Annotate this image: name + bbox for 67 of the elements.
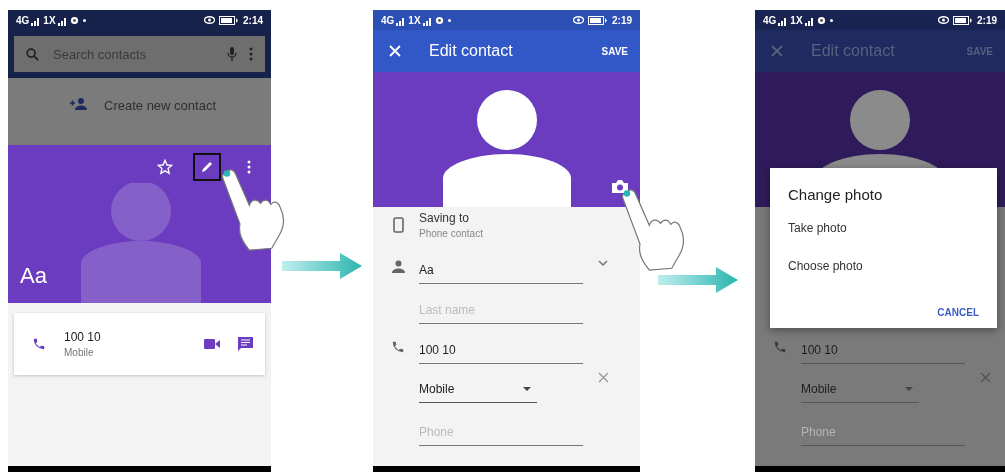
cancel-button[interactable]: CANCEL bbox=[937, 307, 979, 318]
edit-button[interactable] bbox=[193, 153, 221, 181]
phone-device-icon bbox=[392, 217, 404, 233]
signal-icon bbox=[57, 17, 66, 26]
network-label: 4G bbox=[381, 14, 395, 26]
signal-icon bbox=[778, 17, 787, 26]
network-label: 1X bbox=[790, 14, 803, 26]
microphone-icon[interactable] bbox=[227, 47, 237, 61]
text-field[interactable]: Phone bbox=[801, 425, 965, 446]
clock-time: 2:14 bbox=[243, 14, 263, 26]
more-icon bbox=[247, 160, 251, 174]
dropdown-caret-icon bbox=[905, 387, 913, 391]
phone-icon bbox=[773, 340, 787, 354]
number-type-dropdown[interactable]: Mobile bbox=[419, 382, 537, 403]
dialog-option[interactable]: Take photo bbox=[788, 221, 979, 235]
clock-time: 2:19 bbox=[612, 14, 632, 26]
text-field[interactable]: Phone bbox=[419, 425, 583, 446]
network-label: 1X bbox=[408, 14, 421, 26]
close-icon[interactable] bbox=[597, 372, 609, 383]
signal-icon bbox=[422, 17, 431, 26]
network-label: 1X bbox=[43, 14, 56, 26]
network-label: 4G bbox=[16, 14, 30, 26]
right-arrow-icon bbox=[282, 253, 362, 279]
more-icon[interactable] bbox=[249, 47, 253, 61]
dropdown-caret-icon bbox=[523, 387, 531, 391]
message-icon[interactable] bbox=[238, 337, 253, 351]
search-icon bbox=[26, 47, 39, 61]
signal-icon bbox=[31, 17, 40, 26]
battery-icon bbox=[588, 15, 608, 25]
dot-icon bbox=[829, 18, 833, 22]
save-button[interactable]: SAVE bbox=[601, 45, 628, 57]
network-label: 4G bbox=[763, 14, 777, 26]
phone-icon bbox=[32, 337, 46, 351]
add-person-icon bbox=[70, 98, 88, 110]
screen-title: Edit contact bbox=[429, 42, 514, 60]
dot-icon bbox=[82, 18, 86, 22]
eye-icon bbox=[938, 16, 949, 24]
number-type: Mobile bbox=[64, 347, 95, 358]
name-field[interactable]: Aa bbox=[419, 263, 583, 284]
saving-to-label: Saving to bbox=[419, 211, 471, 225]
dialog-option[interactable]: Choose photo bbox=[788, 259, 979, 273]
pencil-icon bbox=[200, 160, 214, 174]
dialog-title: Change photo bbox=[788, 186, 884, 203]
screen-title: Edit contact bbox=[811, 42, 896, 60]
signal-icon bbox=[396, 17, 405, 26]
video-call-icon[interactable] bbox=[204, 339, 220, 349]
eye-icon bbox=[573, 16, 584, 24]
phone-number-field[interactable]: 100 10 bbox=[801, 343, 965, 364]
clock-time: 2:19 bbox=[977, 14, 997, 26]
dot-icon bbox=[447, 18, 451, 22]
camera-icon[interactable] bbox=[612, 180, 628, 193]
eye-icon bbox=[204, 16, 215, 24]
person-icon bbox=[391, 260, 405, 273]
phone-number-card[interactable]: 100 10 Mobile bbox=[14, 313, 265, 375]
signal-icon bbox=[804, 17, 813, 26]
star-icon bbox=[157, 159, 173, 175]
phone-number-field[interactable]: 100 10 bbox=[419, 343, 583, 364]
right-arrow-icon bbox=[657, 267, 738, 293]
contact-name: Aa bbox=[20, 263, 47, 290]
phone-number: 100 10 bbox=[64, 330, 102, 344]
battery-icon bbox=[953, 15, 973, 25]
text-field[interactable]: Last name bbox=[419, 303, 583, 324]
chevron-down-icon[interactable] bbox=[598, 260, 608, 266]
account-name: Phone contact bbox=[419, 228, 484, 239]
battery-icon bbox=[219, 15, 239, 25]
number-type-dropdown[interactable]: Mobile bbox=[801, 382, 919, 403]
phone-icon bbox=[391, 340, 405, 354]
